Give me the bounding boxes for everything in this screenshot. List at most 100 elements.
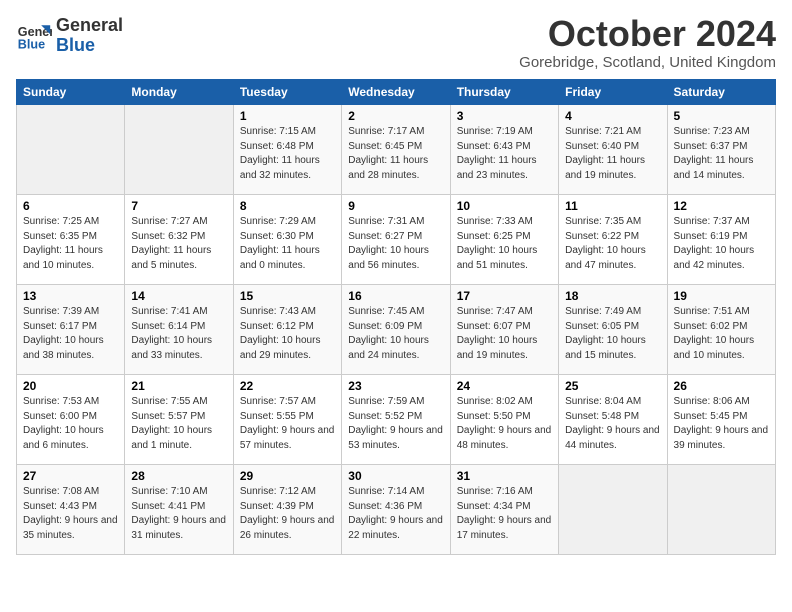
- day-number: 23: [348, 379, 443, 393]
- day-number: 2: [348, 109, 443, 123]
- day-info: Sunrise: 8:02 AM Sunset: 5:50 PM Dayligh…: [457, 395, 552, 453]
- day-number: 9: [348, 199, 443, 213]
- day-info: Sunrise: 7:39 AM Sunset: 6:17 PM Dayligh…: [23, 305, 118, 363]
- day-number: 8: [240, 199, 335, 213]
- week-row-2: 6Sunrise: 7:25 AM Sunset: 6:35 PM Daylig…: [17, 195, 776, 285]
- calendar-cell: [125, 105, 233, 195]
- day-number: 3: [457, 109, 552, 123]
- day-info: Sunrise: 7:29 AM Sunset: 6:30 PM Dayligh…: [240, 215, 335, 273]
- location-text: Gorebridge, Scotland, United Kingdom: [519, 54, 776, 71]
- logo-icon: General Blue: [16, 18, 52, 54]
- day-info: Sunrise: 7:35 AM Sunset: 6:22 PM Dayligh…: [565, 215, 660, 273]
- calendar-cell: 28 Sunrise: 7:10 AM Sunset: 4:41 PM Dayli…: [125, 465, 233, 555]
- logo: General Blue General Blue: [16, 16, 123, 56]
- day-number: 18: [565, 289, 660, 303]
- day-number: 22: [240, 379, 335, 393]
- day-header-friday: Friday: [559, 80, 667, 105]
- day-info: Sunrise: 7:21 AM Sunset: 6:40 PM Dayligh…: [565, 125, 660, 183]
- day-info: Sunrise: 7:23 AM Sunset: 6:37 PM Dayligh…: [674, 125, 769, 183]
- day-number: 25: [565, 379, 660, 393]
- calendar-cell: 29 Sunrise: 7:12 AM Sunset: 4:39 PM Dayli…: [233, 465, 341, 555]
- day-info: Sunrise: 7:59 AM Sunset: 5:52 PM Dayligh…: [348, 395, 443, 453]
- calendar-cell: 27 Sunrise: 7:08 AM Sunset: 4:43 PM Dayli…: [17, 465, 125, 555]
- day-info: Sunrise: 7:15 AM Sunset: 6:48 PM Dayligh…: [240, 125, 335, 183]
- day-info: Sunrise: 7:17 AM Sunset: 6:45 PM Dayligh…: [348, 125, 443, 183]
- day-number: 24: [457, 379, 552, 393]
- svg-text:Blue: Blue: [18, 37, 45, 51]
- calendar-cell: 15 Sunrise: 7:43 AM Sunset: 6:12 PM Dayli…: [233, 285, 341, 375]
- day-info: Sunrise: 8:04 AM Sunset: 5:48 PM Dayligh…: [565, 395, 660, 453]
- calendar-cell: 5 Sunrise: 7:23 AM Sunset: 6:37 PM Daylig…: [667, 105, 775, 195]
- day-header-monday: Monday: [125, 80, 233, 105]
- day-number: 26: [674, 379, 769, 393]
- calendar-cell: 7 Sunrise: 7:27 AM Sunset: 6:32 PM Daylig…: [125, 195, 233, 285]
- day-info: Sunrise: 7:53 AM Sunset: 6:00 PM Dayligh…: [23, 395, 118, 453]
- calendar-cell: 16Sunrise: 7:45 AM Sunset: 6:09 PM Dayli…: [342, 285, 450, 375]
- calendar-cell: 11 Sunrise: 7:35 AM Sunset: 6:22 PM Dayli…: [559, 195, 667, 285]
- day-number: 4: [565, 109, 660, 123]
- week-row-3: 13 Sunrise: 7:39 AM Sunset: 6:17 PM Dayli…: [17, 285, 776, 375]
- month-title: October 2024: [519, 16, 776, 52]
- day-info: Sunrise: 7:31 AM Sunset: 6:27 PM Dayligh…: [348, 215, 443, 273]
- day-number: 31: [457, 469, 552, 483]
- calendar-cell: 18 Sunrise: 7:49 AM Sunset: 6:05 PM Dayli…: [559, 285, 667, 375]
- calendar-cell: [667, 465, 775, 555]
- day-number: 21: [131, 379, 226, 393]
- day-info: Sunrise: 7:10 AM Sunset: 4:41 PM Dayligh…: [131, 485, 226, 543]
- day-number: 27: [23, 469, 118, 483]
- day-number: 11: [565, 199, 660, 213]
- calendar-cell: 20 Sunrise: 7:53 AM Sunset: 6:00 PM Dayli…: [17, 375, 125, 465]
- day-number: 7: [131, 199, 226, 213]
- day-info: Sunrise: 8:06 AM Sunset: 5:45 PM Dayligh…: [674, 395, 769, 453]
- day-number: 28: [131, 469, 226, 483]
- day-number: 20: [23, 379, 118, 393]
- header-row: SundayMondayTuesdayWednesdayThursdayFrid…: [17, 80, 776, 105]
- day-header-sunday: Sunday: [17, 80, 125, 105]
- day-number: 5: [674, 109, 769, 123]
- calendar-cell: 21Sunrise: 7:55 AM Sunset: 5:57 PM Dayli…: [125, 375, 233, 465]
- day-header-saturday: Saturday: [667, 80, 775, 105]
- calendar-cell: 25 Sunrise: 8:04 AM Sunset: 5:48 PM Dayli…: [559, 375, 667, 465]
- day-info: Sunrise: 7:19 AM Sunset: 6:43 PM Dayligh…: [457, 125, 552, 183]
- day-number: 1: [240, 109, 335, 123]
- day-info: Sunrise: 7:37 AM Sunset: 6:19 PM Dayligh…: [674, 215, 769, 273]
- logo-blue-text: Blue: [56, 36, 123, 56]
- day-info: Sunrise: 7:43 AM Sunset: 6:12 PM Dayligh…: [240, 305, 335, 363]
- day-info: Sunrise: 7:47 AM Sunset: 6:07 PM Dayligh…: [457, 305, 552, 363]
- day-number: 14: [131, 289, 226, 303]
- day-number: 29: [240, 469, 335, 483]
- day-info: Sunrise: 7:08 AM Sunset: 4:43 PM Dayligh…: [23, 485, 118, 543]
- page-header: General Blue General Blue October 2024 G…: [16, 16, 776, 71]
- day-info: Sunrise: 7:45 AM Sunset: 6:09 PM Dayligh…: [348, 305, 443, 363]
- calendar-cell: 2 Sunrise: 7:17 AM Sunset: 6:45 PM Daylig…: [342, 105, 450, 195]
- calendar-cell: 10Sunrise: 7:33 AM Sunset: 6:25 PM Dayli…: [450, 195, 558, 285]
- calendar-cell: 3 Sunrise: 7:19 AM Sunset: 6:43 PM Daylig…: [450, 105, 558, 195]
- day-info: Sunrise: 7:49 AM Sunset: 6:05 PM Dayligh…: [565, 305, 660, 363]
- day-header-wednesday: Wednesday: [342, 80, 450, 105]
- day-info: Sunrise: 7:12 AM Sunset: 4:39 PM Dayligh…: [240, 485, 335, 543]
- day-info: Sunrise: 7:25 AM Sunset: 6:35 PM Dayligh…: [23, 215, 118, 273]
- calendar-cell: 6Sunrise: 7:25 AM Sunset: 6:35 PM Daylig…: [17, 195, 125, 285]
- calendar-cell: 19 Sunrise: 7:51 AM Sunset: 6:02 PM Dayli…: [667, 285, 775, 375]
- calendar-cell: 30Sunrise: 7:14 AM Sunset: 4:36 PM Dayli…: [342, 465, 450, 555]
- calendar-cell: 13 Sunrise: 7:39 AM Sunset: 6:17 PM Dayli…: [17, 285, 125, 375]
- calendar-cell: [17, 105, 125, 195]
- calendar-cell: 9 Sunrise: 7:31 AM Sunset: 6:27 PM Daylig…: [342, 195, 450, 285]
- calendar-cell: [559, 465, 667, 555]
- day-info: Sunrise: 7:57 AM Sunset: 5:55 PM Dayligh…: [240, 395, 335, 453]
- calendar-cell: 4 Sunrise: 7:21 AM Sunset: 6:40 PM Daylig…: [559, 105, 667, 195]
- day-info: Sunrise: 7:51 AM Sunset: 6:02 PM Dayligh…: [674, 305, 769, 363]
- day-number: 13: [23, 289, 118, 303]
- day-header-tuesday: Tuesday: [233, 80, 341, 105]
- calendar-cell: 8 Sunrise: 7:29 AM Sunset: 6:30 PM Daylig…: [233, 195, 341, 285]
- day-info: Sunrise: 7:27 AM Sunset: 6:32 PM Dayligh…: [131, 215, 226, 273]
- calendar-cell: 26 Sunrise: 8:06 AM Sunset: 5:45 PM Dayli…: [667, 375, 775, 465]
- calendar-cell: 1 Sunrise: 7:15 AM Sunset: 6:48 PM Daylig…: [233, 105, 341, 195]
- calendar-table: SundayMondayTuesdayWednesdayThursdayFrid…: [16, 79, 776, 555]
- calendar-cell: 22 Sunrise: 7:57 AM Sunset: 5:55 PM Dayli…: [233, 375, 341, 465]
- calendar-cell: 12Sunrise: 7:37 AM Sunset: 6:19 PM Dayli…: [667, 195, 775, 285]
- day-number: 15: [240, 289, 335, 303]
- day-info: Sunrise: 7:16 AM Sunset: 4:34 PM Dayligh…: [457, 485, 552, 543]
- day-number: 19: [674, 289, 769, 303]
- day-header-thursday: Thursday: [450, 80, 558, 105]
